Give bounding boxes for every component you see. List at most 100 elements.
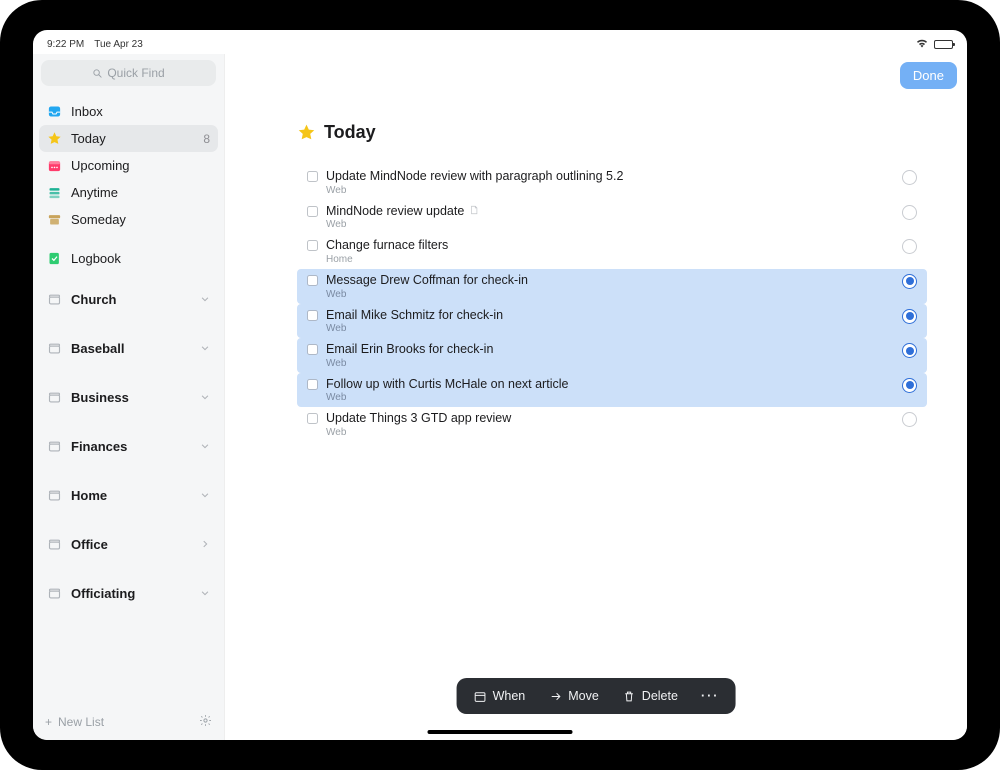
box-icon (47, 341, 62, 356)
area-item-business[interactable]: Business (39, 384, 218, 411)
home-indicator[interactable] (428, 730, 573, 734)
action-when[interactable]: When (463, 685, 537, 707)
status-time: 9:22 PM (47, 39, 84, 50)
screen: 9:22 PM Tue Apr 23 Quick Find I (33, 30, 967, 740)
task-select-radio[interactable] (902, 205, 917, 220)
task-row[interactable]: Email Mike Schmitz for check-in Web (297, 304, 927, 339)
task-select-radio[interactable] (902, 274, 917, 289)
sidebar-item-label: Today (71, 131, 106, 146)
search-placeholder: Quick Find (107, 66, 164, 80)
battery-icon (934, 40, 953, 49)
trash-icon (623, 690, 636, 703)
box-icon (47, 439, 62, 454)
task-select-radio[interactable] (902, 239, 917, 254)
main-content: Done Today Update MindNode review with p… (225, 54, 967, 740)
area-label: Business (71, 390, 129, 405)
task-project: Web (326, 323, 894, 334)
sidebar-item-badge: 8 (203, 132, 210, 146)
sidebar-item-inbox[interactable]: Inbox (39, 98, 218, 125)
area-label: Baseball (71, 341, 124, 356)
sidebar: Quick Find Inbox Today 8 Upcoming Anytim… (33, 54, 225, 740)
task-row[interactable]: Message Drew Coffman for check-in Web (297, 269, 927, 304)
search-input[interactable]: Quick Find (41, 60, 216, 86)
chevron-down-icon (200, 586, 210, 601)
task-checkbox[interactable] (307, 240, 318, 251)
chevron-down-icon (200, 439, 210, 454)
area-item-officiating[interactable]: Officiating (39, 580, 218, 607)
task-checkbox[interactable] (307, 344, 318, 355)
task-checkbox[interactable] (307, 379, 318, 390)
box-icon (47, 292, 62, 307)
chevron-down-icon (200, 292, 210, 307)
nav-list: Inbox Today 8 Upcoming Anytime Someday L… (33, 92, 224, 286)
task-checkbox[interactable] (307, 275, 318, 286)
plus-icon: + (45, 715, 52, 729)
task-title: Email Erin Brooks for check-in (326, 342, 493, 358)
task-select-radio[interactable] (902, 378, 917, 393)
chevron-right-icon (200, 537, 210, 552)
sidebar-item-label: Anytime (71, 185, 118, 200)
area-item-office[interactable]: Office (39, 531, 218, 558)
inbox-icon (47, 104, 62, 119)
box-icon (47, 390, 62, 405)
task-select-radio[interactable] (902, 309, 917, 324)
task-title: MindNode review update (326, 204, 464, 220)
task-row[interactable]: Follow up with Curtis McHale on next art… (297, 373, 927, 408)
task-checkbox[interactable] (307, 206, 318, 217)
sidebar-item-today[interactable]: Today 8 (39, 125, 218, 152)
action-move[interactable]: Move (538, 685, 610, 707)
box-icon (47, 586, 62, 601)
area-list: Church Baseball Business Finances Home O… (33, 286, 224, 704)
star-icon (47, 131, 62, 146)
arrow-right-icon (549, 690, 562, 703)
task-row[interactable]: Update MindNode review with paragraph ou… (297, 165, 927, 200)
task-title: Email Mike Schmitz for check-in (326, 308, 503, 324)
done-button[interactable]: Done (900, 62, 957, 89)
calendar-icon (47, 158, 62, 173)
new-list-label: New List (58, 715, 104, 729)
area-item-home[interactable]: Home (39, 482, 218, 509)
calendar-icon (474, 690, 487, 703)
task-checkbox[interactable] (307, 171, 318, 182)
task-select-radio[interactable] (902, 170, 917, 185)
sidebar-item-label: Upcoming (71, 158, 130, 173)
action-delete[interactable]: Delete (612, 685, 689, 707)
area-item-church[interactable]: Church (39, 286, 218, 313)
area-item-baseball[interactable]: Baseball (39, 335, 218, 362)
note-icon (469, 204, 479, 220)
sidebar-item-anytime[interactable]: Anytime (39, 179, 218, 206)
task-row[interactable]: MindNode review update Web (297, 200, 927, 235)
area-label: Officiating (71, 586, 135, 601)
sidebar-item-logbook[interactable]: Logbook (39, 245, 218, 272)
task-checkbox[interactable] (307, 310, 318, 321)
task-title: Change furnace filters (326, 238, 448, 254)
task-title: Update Things 3 GTD app review (326, 411, 511, 427)
sidebar-item-someday[interactable]: Someday (39, 206, 218, 233)
page-title: Today (297, 122, 927, 143)
box-icon (47, 537, 62, 552)
sidebar-item-upcoming[interactable]: Upcoming (39, 152, 218, 179)
task-select-radio[interactable] (902, 412, 917, 427)
task-project: Home (326, 254, 894, 265)
sidebar-item-label: Someday (71, 212, 126, 227)
area-label: Finances (71, 439, 127, 454)
chevron-down-icon (200, 488, 210, 503)
settings-icon[interactable] (199, 714, 212, 730)
task-row[interactable]: Change furnace filters Home (297, 234, 927, 269)
area-item-finances[interactable]: Finances (39, 433, 218, 460)
task-title: Message Drew Coffman for check-in (326, 273, 528, 289)
task-project: Web (326, 289, 894, 300)
logbook-icon (47, 251, 62, 266)
task-row[interactable]: Email Erin Brooks for check-in Web (297, 338, 927, 373)
task-checkbox[interactable] (307, 413, 318, 424)
wifi-icon (916, 38, 928, 51)
task-project: Web (326, 185, 894, 196)
new-list-button[interactable]: + New List (45, 715, 104, 729)
action-more[interactable]: ··· (691, 689, 730, 703)
sidebar-item-label: Logbook (71, 251, 121, 266)
area-label: Home (71, 488, 107, 503)
task-select-radio[interactable] (902, 343, 917, 358)
search-icon (92, 68, 103, 79)
task-row[interactable]: Update Things 3 GTD app review Web (297, 407, 927, 442)
stack-icon (47, 185, 62, 200)
